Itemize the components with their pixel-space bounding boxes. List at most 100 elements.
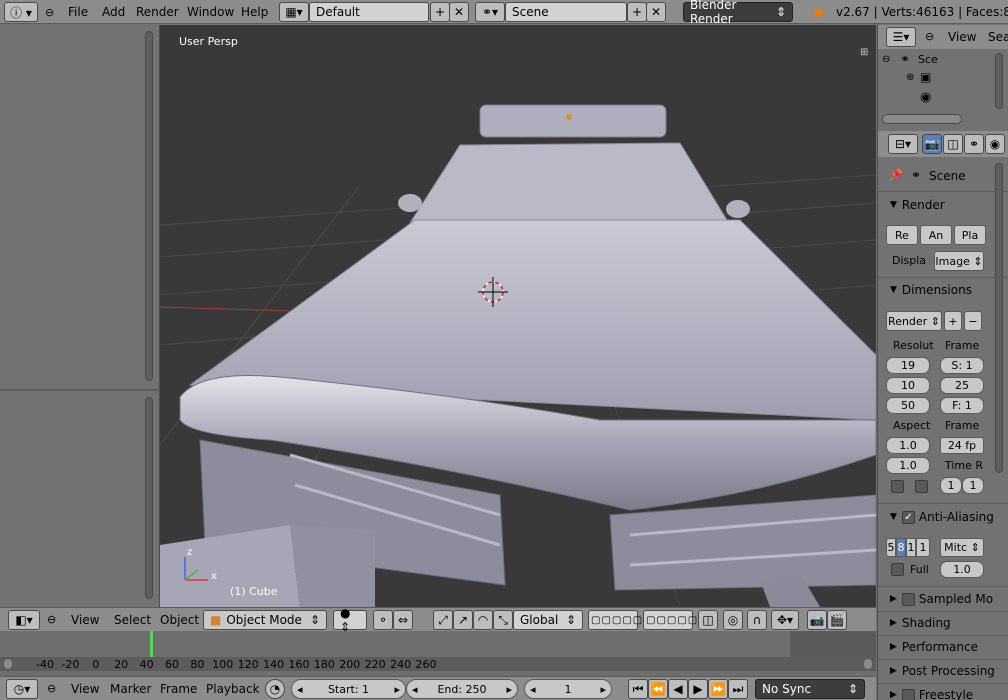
transform-orientation-select[interactable]: Global ⇕ xyxy=(513,610,583,630)
scene-tree-item[interactable]: Sce xyxy=(918,53,938,66)
menu-render[interactable]: Render xyxy=(136,5,179,19)
frame-rate-select[interactable]: 24 fp xyxy=(940,437,984,454)
render-still-button[interactable]: Re xyxy=(886,225,918,245)
outliner-view-menu[interactable]: View xyxy=(948,30,976,44)
menu-view[interactable]: View xyxy=(71,613,99,627)
frame-end-field[interactable]: 25 xyxy=(940,377,984,394)
timeline-editor-icon[interactable]: ◷▾ xyxy=(6,679,38,699)
manipulator-toggle-icon[interactable]: ⇔ xyxy=(393,610,413,630)
car-cabin[interactable] xyxy=(409,142,731,226)
resolution-percent-field[interactable]: 50 xyxy=(886,397,930,414)
scene-field[interactable]: Scene xyxy=(505,2,627,22)
render-animation-button[interactable]: An xyxy=(920,225,952,245)
add-layout-icon[interactable]: + xyxy=(430,2,450,22)
end-frame-field[interactable]: ◂ End: 250 ▸ xyxy=(406,679,518,699)
render-panel-header[interactable]: ▼ Render xyxy=(878,194,1008,216)
menu-object[interactable]: Object xyxy=(160,613,199,627)
dimensions-panel-header[interactable]: ▼ Dimensions xyxy=(878,279,1008,301)
menu-window[interactable]: Window xyxy=(187,5,234,19)
scene-context-icon[interactable]: ⚭ xyxy=(964,134,984,154)
view3d-editor-icon[interactable]: ◧▾ xyxy=(8,610,40,630)
remove-preset-icon[interactable]: − xyxy=(964,311,982,331)
keyframe-record-icon[interactable]: ◔ xyxy=(265,679,285,699)
sync-mode-select[interactable]: No Sync ⇕ xyxy=(755,679,865,699)
snap-toggle-icon[interactable]: ∩ xyxy=(747,610,767,630)
current-frame-marker[interactable] xyxy=(150,631,153,657)
move-arrow-icon[interactable]: ↗ xyxy=(453,610,473,630)
resolution-y-field[interactable]: 10 xyxy=(886,377,930,394)
full-sample-checkbox[interactable] xyxy=(891,563,904,576)
bumper-guard[interactable] xyxy=(290,525,375,607)
timeline-scroll-right[interactable] xyxy=(864,659,872,669)
scale-icon[interactable]: ⤡ xyxy=(493,610,513,630)
scene-icon[interactable]: ⚭▾ xyxy=(475,2,505,22)
antialiasing-checkbox[interactable]: ✓ xyxy=(901,510,915,524)
start-frame-field[interactable]: ◂ Start: 1 ▸ xyxy=(291,679,406,699)
proportional-edit-icon[interactable]: ◎ xyxy=(723,610,743,630)
expand-toggle-icon[interactable]: ⊖ xyxy=(882,54,890,65)
timeline-scroll-left[interactable] xyxy=(4,659,12,669)
post-processing-panel[interactable]: ▶ Post Processing xyxy=(878,660,1008,682)
outliner-scrollbar-h[interactable] xyxy=(882,114,962,124)
resolution-x-field[interactable]: 19 xyxy=(886,357,930,374)
scene-layers-right[interactable]: ▢▢▢▢▢ xyxy=(643,610,697,630)
remove-layout-icon[interactable]: ✕ xyxy=(449,2,469,22)
performance-panel[interactable]: ▶ Performance xyxy=(878,636,1008,658)
menu-playback[interactable]: Playback xyxy=(206,682,260,696)
shading-panel[interactable]: ▶ Shading xyxy=(878,612,1008,634)
time-remap-old-field[interactable]: 1 xyxy=(940,477,962,494)
render-engine-select[interactable]: Blender Render ⇕ xyxy=(683,0,793,26)
aa-samples-11[interactable]: 1 xyxy=(906,538,916,557)
jump-start-icon[interactable]: ⏮ xyxy=(628,679,648,699)
border-checkbox[interactable] xyxy=(891,480,904,493)
freestyle-panel[interactable]: ▶ Freestyle xyxy=(878,684,1008,700)
properties-editor-icon[interactable]: ⊟▾ xyxy=(888,134,918,154)
outliner-scrollbar-v[interactable] xyxy=(995,53,1003,109)
outliner-search-menu[interactable]: Sear xyxy=(988,30,1008,44)
current-frame-field[interactable]: ◂ 1 ▸ xyxy=(524,679,612,699)
freestyle-checkbox[interactable] xyxy=(901,688,915,700)
properties-scrollbar[interactable] xyxy=(995,163,1003,473)
object-mode-select[interactable]: ■ Object Mode ⇕ xyxy=(203,610,327,630)
frame-step-field[interactable]: F: 1 xyxy=(940,397,984,414)
next-keyframe-icon[interactable]: ⏩ xyxy=(708,679,728,699)
render-context-icon[interactable]: 📷 xyxy=(922,134,942,154)
right-mirror[interactable] xyxy=(726,200,750,218)
pivot-point-icon[interactable]: ⚬ xyxy=(373,610,393,630)
snap-element-icon[interactable]: ✥▾ xyxy=(771,610,799,630)
menu-marker[interactable]: Marker xyxy=(110,682,151,696)
aa-filter-size-field[interactable]: 1.0 xyxy=(940,561,984,578)
aa-filter-select[interactable]: Mitc ⇕ xyxy=(940,538,984,557)
timeline-editor[interactable]: -40 -20 0 20 40 60 80 100 120 140 160 180 200 220 240 2… xyxy=(0,631,876,676)
world-context-icon[interactable]: ◉ xyxy=(985,134,1005,154)
display-select[interactable]: Image ⇕ xyxy=(934,251,984,271)
right-grille[interactable] xyxy=(609,494,876,591)
menu-select[interactable]: Select xyxy=(114,613,151,627)
rotate-icon[interactable]: ◠ xyxy=(473,610,493,630)
play-reverse-icon[interactable]: ◀ xyxy=(668,679,688,699)
time-remap-new-field[interactable]: 1 xyxy=(962,477,984,494)
crop-checkbox[interactable] xyxy=(915,480,928,493)
menu-file[interactable]: File xyxy=(68,5,88,19)
menu-view[interactable]: View xyxy=(71,682,99,696)
menu-add[interactable]: Add xyxy=(102,5,125,19)
add-preset-icon[interactable]: + xyxy=(944,311,962,331)
layers-context-icon[interactable]: ◫ xyxy=(943,134,963,154)
timeline-scrubber[interactable] xyxy=(0,657,876,671)
play-icon[interactable]: ▶ xyxy=(688,679,708,699)
render-preset-select[interactable]: Render ⇕ xyxy=(886,311,942,331)
frame-start-field[interactable]: S: 1 xyxy=(940,357,984,374)
screen-layout-field[interactable]: Default xyxy=(309,2,429,22)
scene-layers-left[interactable]: ▢▢▢▢▢ xyxy=(588,610,642,630)
collapse-menu-icon[interactable]: ⊖ xyxy=(925,30,934,43)
add-scene-icon[interactable]: + xyxy=(627,2,647,22)
3d-viewport[interactable]: z x User Persp (1) Cube ⊞ xyxy=(160,25,876,607)
play-animation-button[interactable]: Pla xyxy=(954,225,986,245)
prev-keyframe-icon[interactable]: ⏪ xyxy=(648,679,668,699)
menu-help[interactable]: Help xyxy=(241,5,268,19)
layer-lock-icon[interactable]: ◫ xyxy=(698,610,718,630)
jump-end-icon[interactable]: ⏭ xyxy=(728,679,748,699)
sampled-motion-blur-panel[interactable]: ▶ Sampled Mo xyxy=(878,588,1008,610)
aa-samples-8[interactable]: 8 xyxy=(896,538,906,557)
collapse-menu-icon[interactable]: ⊖ xyxy=(45,2,54,22)
